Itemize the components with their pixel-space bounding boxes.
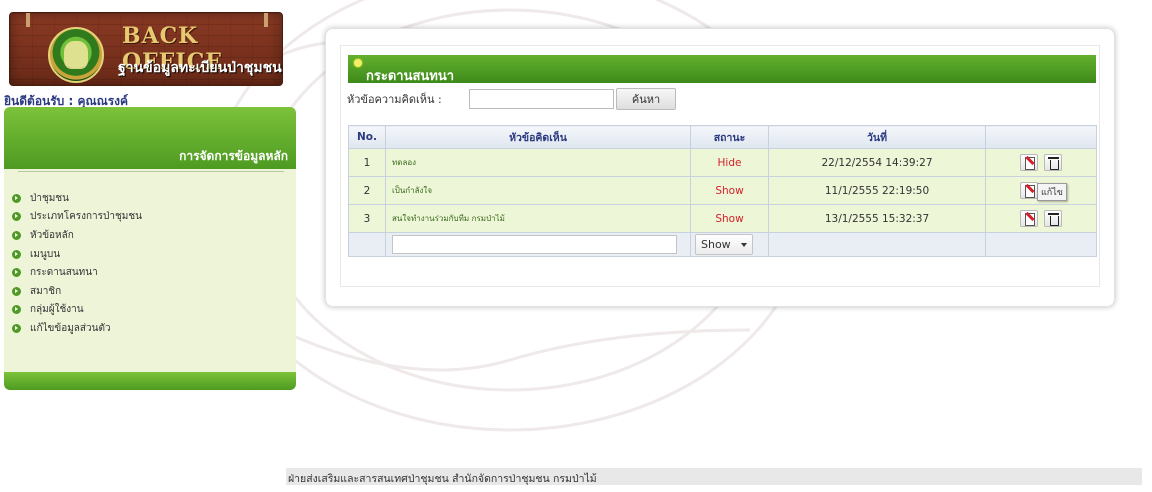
edit-icon[interactable] [1020, 210, 1038, 227]
edit-icon[interactable] [1020, 154, 1038, 171]
sidebar-item-label: สมาชิก [30, 285, 62, 297]
row-date: 11/1/2555 22:19:50 [768, 176, 986, 205]
column-header-actions [985, 125, 1097, 149]
row-status-toggle[interactable]: Hide [690, 148, 769, 177]
sidebar-item-label: เมนูบน [30, 248, 61, 260]
row-actions [985, 204, 1097, 233]
table-row: 1 ทดลอง Hide 22/12/2554 14:39:27 [348, 148, 1097, 177]
sidebar-item-user-groups[interactable]: กลุ่มผู้ใช้งาน [12, 301, 142, 320]
row-topic-link[interactable]: เป็นกำลังใจ [385, 176, 691, 205]
column-header-no[interactable]: No. [348, 125, 386, 149]
arrow-bullet-icon [12, 268, 21, 278]
sidebar-item-label: กระดานสนทนา [30, 267, 98, 279]
webboard-panel: กระดานสนทนา หัวข้อความคิดเห็น : ค้นหา No… [340, 45, 1100, 287]
row-status-toggle[interactable]: Show [690, 204, 769, 233]
filter-cell-status: Show [690, 232, 769, 257]
header-dot-icon [354, 59, 362, 67]
row-no: 2 [348, 176, 386, 205]
arrow-bullet-icon [12, 249, 21, 259]
filter-row: Show [348, 232, 1097, 257]
arrow-bullet-icon [12, 286, 21, 296]
trash-icon[interactable] [1044, 210, 1062, 227]
arrow-bullet-icon [12, 230, 21, 240]
column-header-topic[interactable]: หัวข้อคิดเห็น [385, 125, 691, 149]
sidebar-item-project-types[interactable]: ประเภทโครงการป่าชุมชน [12, 208, 142, 227]
row-no: 1 [348, 148, 386, 177]
sidebar-item-members[interactable]: สมาชิก [12, 282, 142, 301]
sidebar-item-label: กลุ่มผู้ใช้งาน [30, 304, 84, 316]
chevron-down-icon [741, 242, 747, 247]
sidebar-item-top-menu[interactable]: เมนูบน [12, 245, 142, 264]
main-content-card: กระดานสนทนา หัวข้อความคิดเห็น : ค้นหา No… [325, 28, 1115, 307]
filter-cell-topic [385, 232, 691, 257]
filter-cell-actions [985, 232, 1097, 257]
search-label: หัวข้อความคิดเห็น : [347, 93, 442, 106]
edit-icon[interactable]: แก้ไข [1020, 182, 1067, 201]
sidebar-item-edit-profile[interactable]: แก้ไขข้อมูลส่วนตัว [12, 319, 142, 338]
sidebar-item-webboard[interactable]: กระดานสนทนา [12, 263, 142, 282]
menu-footer-bar [4, 372, 296, 390]
row-status-toggle[interactable]: Show [690, 176, 769, 205]
filter-cell-date [768, 232, 986, 257]
table-row: 2 เป็นกำลังใจ Show 11/1/2555 22:19:50 แก… [348, 176, 1097, 205]
status-filter-select[interactable]: Show [695, 234, 753, 255]
search-button[interactable]: ค้นหา [616, 88, 676, 110]
row-no: 3 [348, 204, 386, 233]
menu-divider [18, 171, 284, 172]
sidebar-menu: การจัดการข้อมูลหลัก ป่าชุมชน ประเภทโครงก… [4, 107, 296, 390]
arrow-bullet-icon [12, 323, 21, 333]
trash-icon[interactable] [1044, 154, 1062, 171]
forest-emblem-icon [48, 27, 104, 83]
column-header-date[interactable]: วันที่ [768, 125, 986, 149]
filter-cell-empty [348, 232, 386, 257]
row-actions: แก้ไข [985, 176, 1097, 205]
row-date: 22/12/2554 14:39:27 [768, 148, 986, 177]
search-row: หัวข้อความคิดเห็น : ค้นหา [347, 88, 676, 110]
topic-filter-input[interactable] [392, 235, 677, 254]
arrow-bullet-icon [12, 305, 21, 315]
sidebar-item-label: ประเภทโครงการป่าชุมชน [30, 211, 143, 223]
footer-text: ฝ่ายส่งเสริมและสารสนเทศป่าชุมชน สำนักจัด… [286, 468, 1142, 485]
menu-header-title: การจัดการข้อมูลหลัก [179, 149, 288, 163]
row-topic-link[interactable]: ทดลอง [385, 148, 691, 177]
arrow-bullet-icon [12, 212, 21, 222]
arrow-bullet-icon [12, 193, 21, 203]
sidebar-item-main-topics[interactable]: หัวข้อหลัก [12, 226, 142, 245]
sidebar-item-community-forest[interactable]: ป่าชุมชน [12, 189, 142, 208]
row-actions [985, 148, 1097, 177]
board-header: กระดานสนทนา [348, 55, 1096, 84]
column-header-status[interactable]: สถานะ [690, 125, 769, 149]
logo-subtitle: ฐานข้อมูลทะเบียนป่าชุมชน [118, 60, 282, 76]
page-title: กระดานสนทนา [366, 69, 455, 84]
menu-header: การจัดการข้อมูลหลัก [4, 107, 296, 169]
comments-table: No. หัวข้อคิดเห็น สถานะ วันที่ 1 ทดลอง H… [348, 125, 1097, 257]
back-office-logo: BACK OFFICE ฐานข้อมูลทะเบียนป่าชุมชน [9, 12, 283, 86]
sidebar-item-label: หัวข้อหลัก [30, 229, 74, 241]
table-row: 3 สนใจทำงานร่วมกับทีม กรมป่าไม้ Show 13/… [348, 204, 1097, 233]
search-input[interactable] [469, 89, 614, 109]
sidebar-item-label: แก้ไขข้อมูลส่วนตัว [30, 322, 111, 334]
edit-tooltip: แก้ไข [1037, 183, 1067, 201]
table-header-row: No. หัวข้อคิดเห็น สถานะ วันที่ [348, 125, 1097, 149]
row-topic-link[interactable]: สนใจทำงานร่วมกับทีม กรมป่าไม้ [385, 204, 691, 233]
sidebar-item-label: ป่าชุมชน [30, 192, 69, 204]
row-date: 13/1/2555 15:32:37 [768, 204, 986, 233]
status-filter-value: Show [701, 238, 731, 251]
